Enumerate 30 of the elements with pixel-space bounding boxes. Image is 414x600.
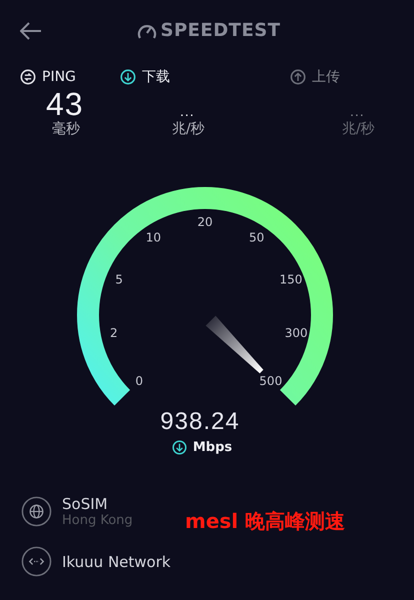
stat-label: 下载 (142, 68, 170, 86)
stat-value: ... (350, 102, 365, 120)
download-icon (172, 440, 187, 455)
gauge-tick-label: 10 (146, 230, 161, 245)
network-icon[interactable] (21, 546, 52, 577)
annotation-text: mesl 晚高峰测速 (185, 508, 346, 535)
server-location: Hong Kong (62, 513, 133, 528)
gauge-needle (206, 316, 264, 374)
stat-label: 上传 (312, 68, 340, 86)
globe-icon[interactable] (21, 496, 52, 527)
stat-label: PING (42, 69, 76, 85)
stat-unit: 毫秒 (52, 120, 80, 138)
server-name: Ikuuu Network (62, 552, 171, 570)
gauge-tick-label: 50 (249, 230, 264, 245)
stat-unit: 兆/秒 (172, 120, 205, 138)
app-title: SPEEDTEST (160, 20, 280, 41)
stat-value: ... (180, 102, 195, 120)
stat-unit: 兆/秒 (342, 120, 375, 138)
gauge-tick-label: 300 (284, 326, 308, 340)
gauge-tick-label: 5 (115, 272, 123, 286)
gauge-tick-label: 0 (135, 374, 144, 388)
gauge-tick-label: 150 (279, 272, 302, 286)
stat-value: 43 (46, 88, 84, 120)
server-name: SoSIM (62, 495, 109, 513)
speed-unit: Mbps (192, 440, 232, 455)
gauge-tick-label: 20 (197, 215, 213, 229)
back-arrow-icon[interactable] (20, 22, 42, 40)
gauge-tick-label: 500 (259, 374, 282, 388)
gauge-tick-label: 2 (110, 326, 118, 340)
speed-value: 938.24 (160, 408, 241, 436)
